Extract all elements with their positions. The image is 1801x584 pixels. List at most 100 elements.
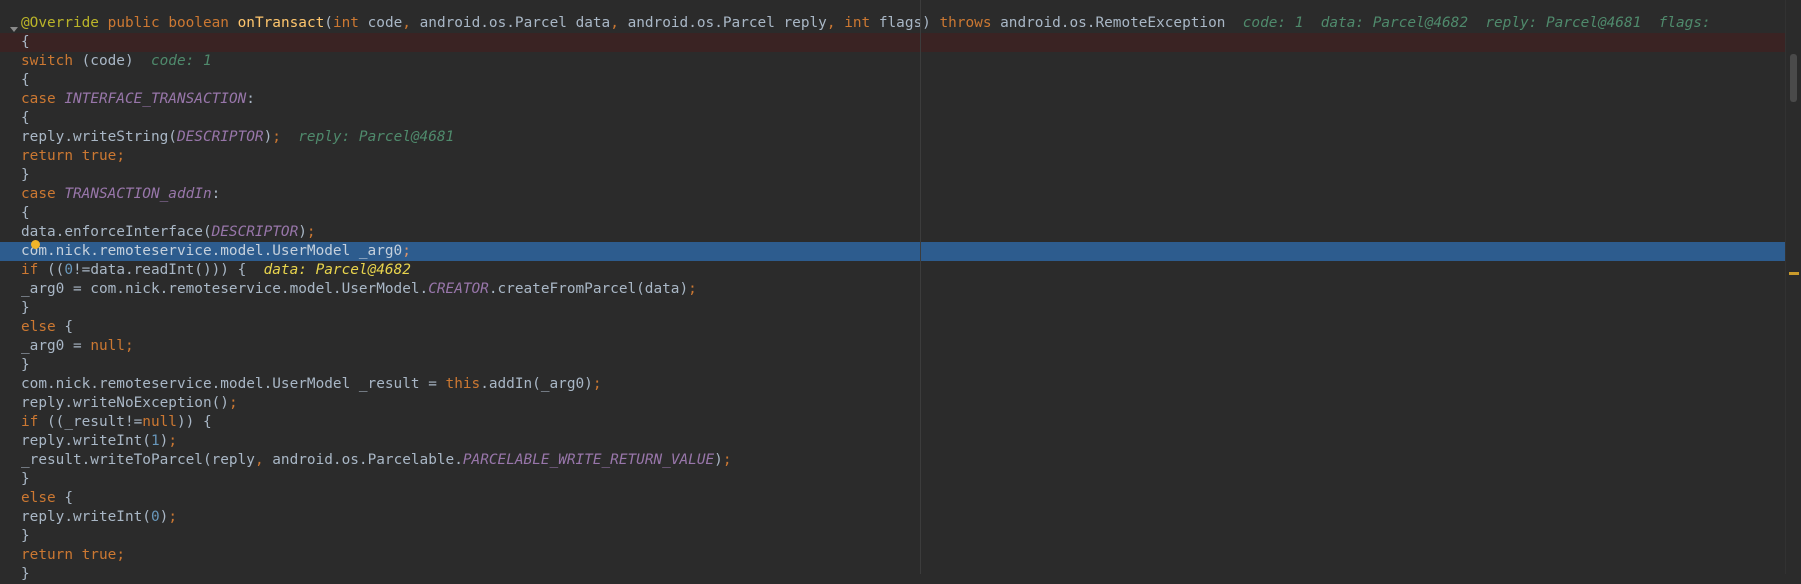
warning-stripe-mark[interactable] xyxy=(1789,272,1799,275)
code-token: ) xyxy=(263,129,273,145)
code-token: else xyxy=(21,490,56,506)
code-token: boolean xyxy=(168,15,229,31)
code-line[interactable]: else { xyxy=(0,318,1786,337)
code-token: : xyxy=(211,186,221,202)
code-line[interactable]: { xyxy=(0,204,1786,223)
code-token: } xyxy=(21,528,30,544)
code-line[interactable]: reply.writeInt(0); xyxy=(0,508,1786,527)
code-token: if xyxy=(21,414,39,430)
code-line-current[interactable]: com.nick.remoteservice.model.UserModel _… xyxy=(0,242,1786,261)
code-token: reply.writeNoException() xyxy=(21,395,229,411)
right-margin-guide xyxy=(920,0,921,574)
code-token: ; xyxy=(306,224,316,240)
code-token: case xyxy=(21,186,56,202)
code-token: switch xyxy=(21,53,73,69)
code-line[interactable]: reply.writeInt(1); xyxy=(0,432,1786,451)
code-token: ; xyxy=(116,547,125,563)
code-token: { xyxy=(55,490,73,506)
code-token: android.os.Parcel reply xyxy=(618,15,827,31)
code-line[interactable]: reply.writeString(DESCRIPTOR); reply: Pa… xyxy=(0,128,1786,147)
code-token: @Override xyxy=(21,15,99,31)
code-token: onTransact xyxy=(237,15,325,31)
inline-debug-value: code: 1 data: Parcel@4682 reply: Parcel@… xyxy=(1242,15,1720,31)
code-token: reply.writeString( xyxy=(21,129,177,145)
code-token: ) xyxy=(298,224,307,240)
code-token: com.nick.remoteservice.model.UserModel _… xyxy=(21,243,403,259)
scrollbar-thumb[interactable] xyxy=(1790,54,1797,102)
code-token: CREATOR xyxy=(428,281,489,297)
code-line[interactable]: _result.writeToParcel(reply, android.os.… xyxy=(0,451,1786,470)
code-line[interactable]: reply.writeNoException(); xyxy=(0,394,1786,413)
code-token: ) xyxy=(159,433,169,449)
code-line[interactable]: return true; xyxy=(0,546,1786,565)
code-token: int xyxy=(332,15,359,31)
code-token: (( xyxy=(38,262,65,278)
code-line[interactable] xyxy=(0,0,1786,14)
code-line[interactable]: { xyxy=(0,71,1786,90)
code-line[interactable]: _arg0 = null; xyxy=(0,337,1786,356)
code-token: reply.writeInt( xyxy=(21,509,151,525)
code-token: _arg0 = xyxy=(21,338,91,354)
code-line[interactable]: } xyxy=(0,527,1786,546)
code-line[interactable]: if ((0!=data.readInt())) { data: Parcel@… xyxy=(0,261,1786,280)
code-token: 1 xyxy=(150,433,160,449)
code-token: ; xyxy=(228,395,238,411)
code-token: _arg0 = com.nick.remoteservice.model.Use… xyxy=(21,281,429,297)
code-line[interactable]: } xyxy=(0,356,1786,375)
code-token: reply.writeInt( xyxy=(21,433,151,449)
code-line[interactable]: @Override public boolean onTransact(int … xyxy=(0,14,1786,33)
inline-debug-value: code: 1 xyxy=(150,53,212,69)
code-line[interactable]: case TRANSACTION_addIn: xyxy=(0,185,1786,204)
code-line[interactable]: { xyxy=(0,109,1786,128)
fold-arrow-icon[interactable] xyxy=(10,27,18,32)
code-token: _result.writeToParcel(reply xyxy=(21,452,255,468)
code-token: , xyxy=(402,15,411,31)
code-token: ) xyxy=(714,452,723,468)
code-line[interactable]: } xyxy=(0,470,1786,489)
code-line[interactable]: } xyxy=(0,299,1786,318)
vertical-scrollbar[interactable] xyxy=(1785,0,1801,574)
code-line[interactable]: } xyxy=(0,565,1786,584)
code-token: ; xyxy=(168,433,177,449)
code-line[interactable]: if ((_result!=null)) { xyxy=(0,413,1786,432)
code-token: if xyxy=(21,262,39,278)
code-token: )) { xyxy=(176,414,212,430)
inline-debug-value: reply: Parcel@4681 xyxy=(298,129,455,145)
code-line[interactable]: case INTERFACE_TRANSACTION: xyxy=(0,90,1786,109)
code-token: { xyxy=(21,72,30,88)
code-token: TRANSACTION_addIn xyxy=(64,186,212,202)
code-token: 0 xyxy=(150,509,160,525)
code-line[interactable]: data.enforceInterface(DESCRIPTOR); xyxy=(0,223,1786,242)
code-line[interactable]: return true; xyxy=(0,147,1786,166)
code-line[interactable]: switch (code) code: 1 xyxy=(0,52,1786,71)
code-line[interactable]: com.nick.remoteservice.model.UserModel _… xyxy=(0,375,1786,394)
code-lines[interactable]: @Override public boolean onTransact(int … xyxy=(0,0,1786,584)
code-line[interactable]: else { xyxy=(0,489,1786,508)
code-token: (code) xyxy=(72,53,151,69)
code-token: { xyxy=(21,110,30,126)
code-line[interactable]: } xyxy=(0,166,1786,185)
code-token: int xyxy=(844,15,871,31)
code-line-execution[interactable]: { xyxy=(0,33,1786,52)
code-token: .addIn(_arg0) xyxy=(480,376,593,392)
code-editor[interactable]: @Override public boolean onTransact(int … xyxy=(0,0,1801,582)
code-token: .createFromParcel(data) xyxy=(488,281,689,297)
code-token: public xyxy=(107,15,160,31)
code-token: 0 xyxy=(64,262,73,278)
code-token: !=data.readInt())) { xyxy=(73,262,264,278)
code-token: ( xyxy=(324,15,333,31)
code-token: } xyxy=(21,471,30,487)
code-line[interactable]: _arg0 = com.nick.remoteservice.model.Use… xyxy=(0,280,1786,299)
code-token: android.os.Parcelable. xyxy=(263,452,463,468)
code-token: ; xyxy=(116,148,125,164)
code-token: case xyxy=(21,91,56,107)
code-token: android.os.RemoteException xyxy=(991,15,1243,31)
code-token: data.enforceInterface( xyxy=(21,224,212,240)
code-token: ; xyxy=(592,376,602,392)
code-token: android.os.Parcel data xyxy=(410,15,611,31)
